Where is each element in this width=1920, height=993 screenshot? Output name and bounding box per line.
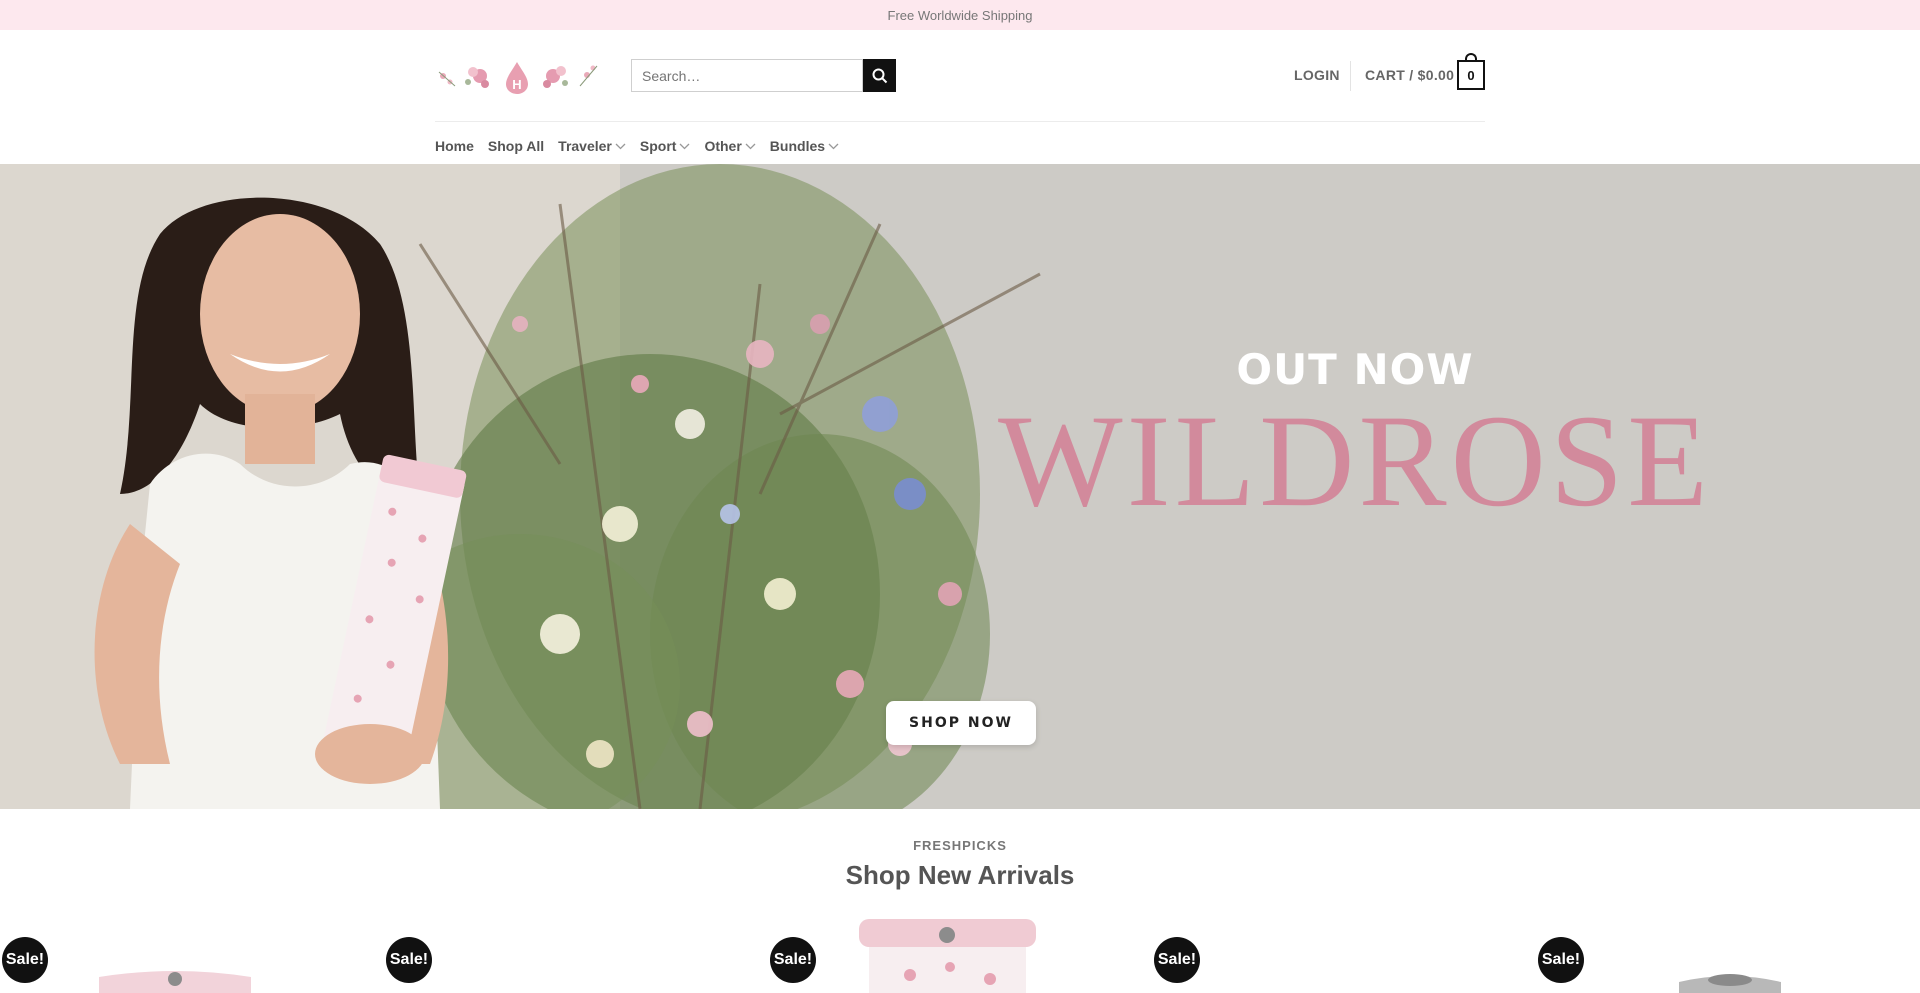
header-separator [435, 121, 1485, 122]
nav-item-label: Traveler [558, 138, 612, 154]
nav-item-label: Bundles [769, 138, 826, 154]
main-nav: Home Shop All Traveler Sport Other Bundl… [435, 134, 853, 158]
chevron-down-icon [745, 143, 756, 150]
site-logo[interactable]: H [435, 58, 600, 96]
shop-now-button[interactable]: SHOP NOW [886, 701, 1036, 745]
announcement-bar: Free Worldwide Shipping [0, 0, 1920, 30]
sale-badge: Sale! [1538, 937, 1584, 983]
hero-banner[interactable]: OUT NOW WILDROSE SHOP NOW [0, 164, 1920, 809]
cart-link[interactable]: CART / $0.00 [1365, 67, 1454, 83]
nav-item-label: Shop All [487, 138, 545, 154]
search-icon [872, 68, 887, 83]
announcement-text: Free Worldwide Shipping [887, 7, 1033, 23]
nav-item-traveler[interactable]: Traveler [558, 134, 626, 158]
nav-item-label: Home [435, 138, 474, 154]
cart-count-badge[interactable]: 0 [1457, 60, 1485, 90]
nav-item-sport[interactable]: Sport [640, 134, 691, 158]
chevron-down-icon [615, 143, 626, 150]
hero-title: WILDROSE [998, 387, 1712, 534]
svg-text:H: H [512, 77, 521, 92]
sale-badge: Sale! [770, 937, 816, 983]
product-image-1[interactable] [95, 965, 255, 993]
product-image-5[interactable] [1675, 970, 1785, 993]
search-button[interactable] [863, 59, 896, 92]
nav-item-label: Other [704, 138, 742, 154]
product-image-3[interactable] [855, 915, 1040, 993]
section-kicker: FRESHPICKS [913, 838, 1007, 853]
sale-badge: Sale! [2, 937, 48, 983]
nav-item-other[interactable]: Other [704, 134, 756, 158]
chevron-down-icon [679, 143, 690, 150]
search-input[interactable] [631, 59, 863, 92]
header-divider [1350, 61, 1351, 91]
nav-item-shop-all[interactable]: Shop All [488, 134, 544, 158]
nav-item-label: Sport [639, 138, 677, 154]
section-title: Shop New Arrivals [845, 860, 1075, 890]
search-form [631, 59, 896, 92]
sale-badge: Sale! [1154, 937, 1200, 983]
logo-icon: H [438, 62, 598, 94]
site-header: H LOGIN CART / $0.00 0 Home [0, 30, 1920, 164]
sale-badge: Sale! [386, 937, 432, 983]
nav-item-bundles[interactable]: Bundles [770, 134, 839, 158]
chevron-down-icon [828, 143, 839, 150]
nav-item-home[interactable]: Home [435, 134, 474, 158]
login-link[interactable]: LOGIN [1294, 67, 1340, 83]
